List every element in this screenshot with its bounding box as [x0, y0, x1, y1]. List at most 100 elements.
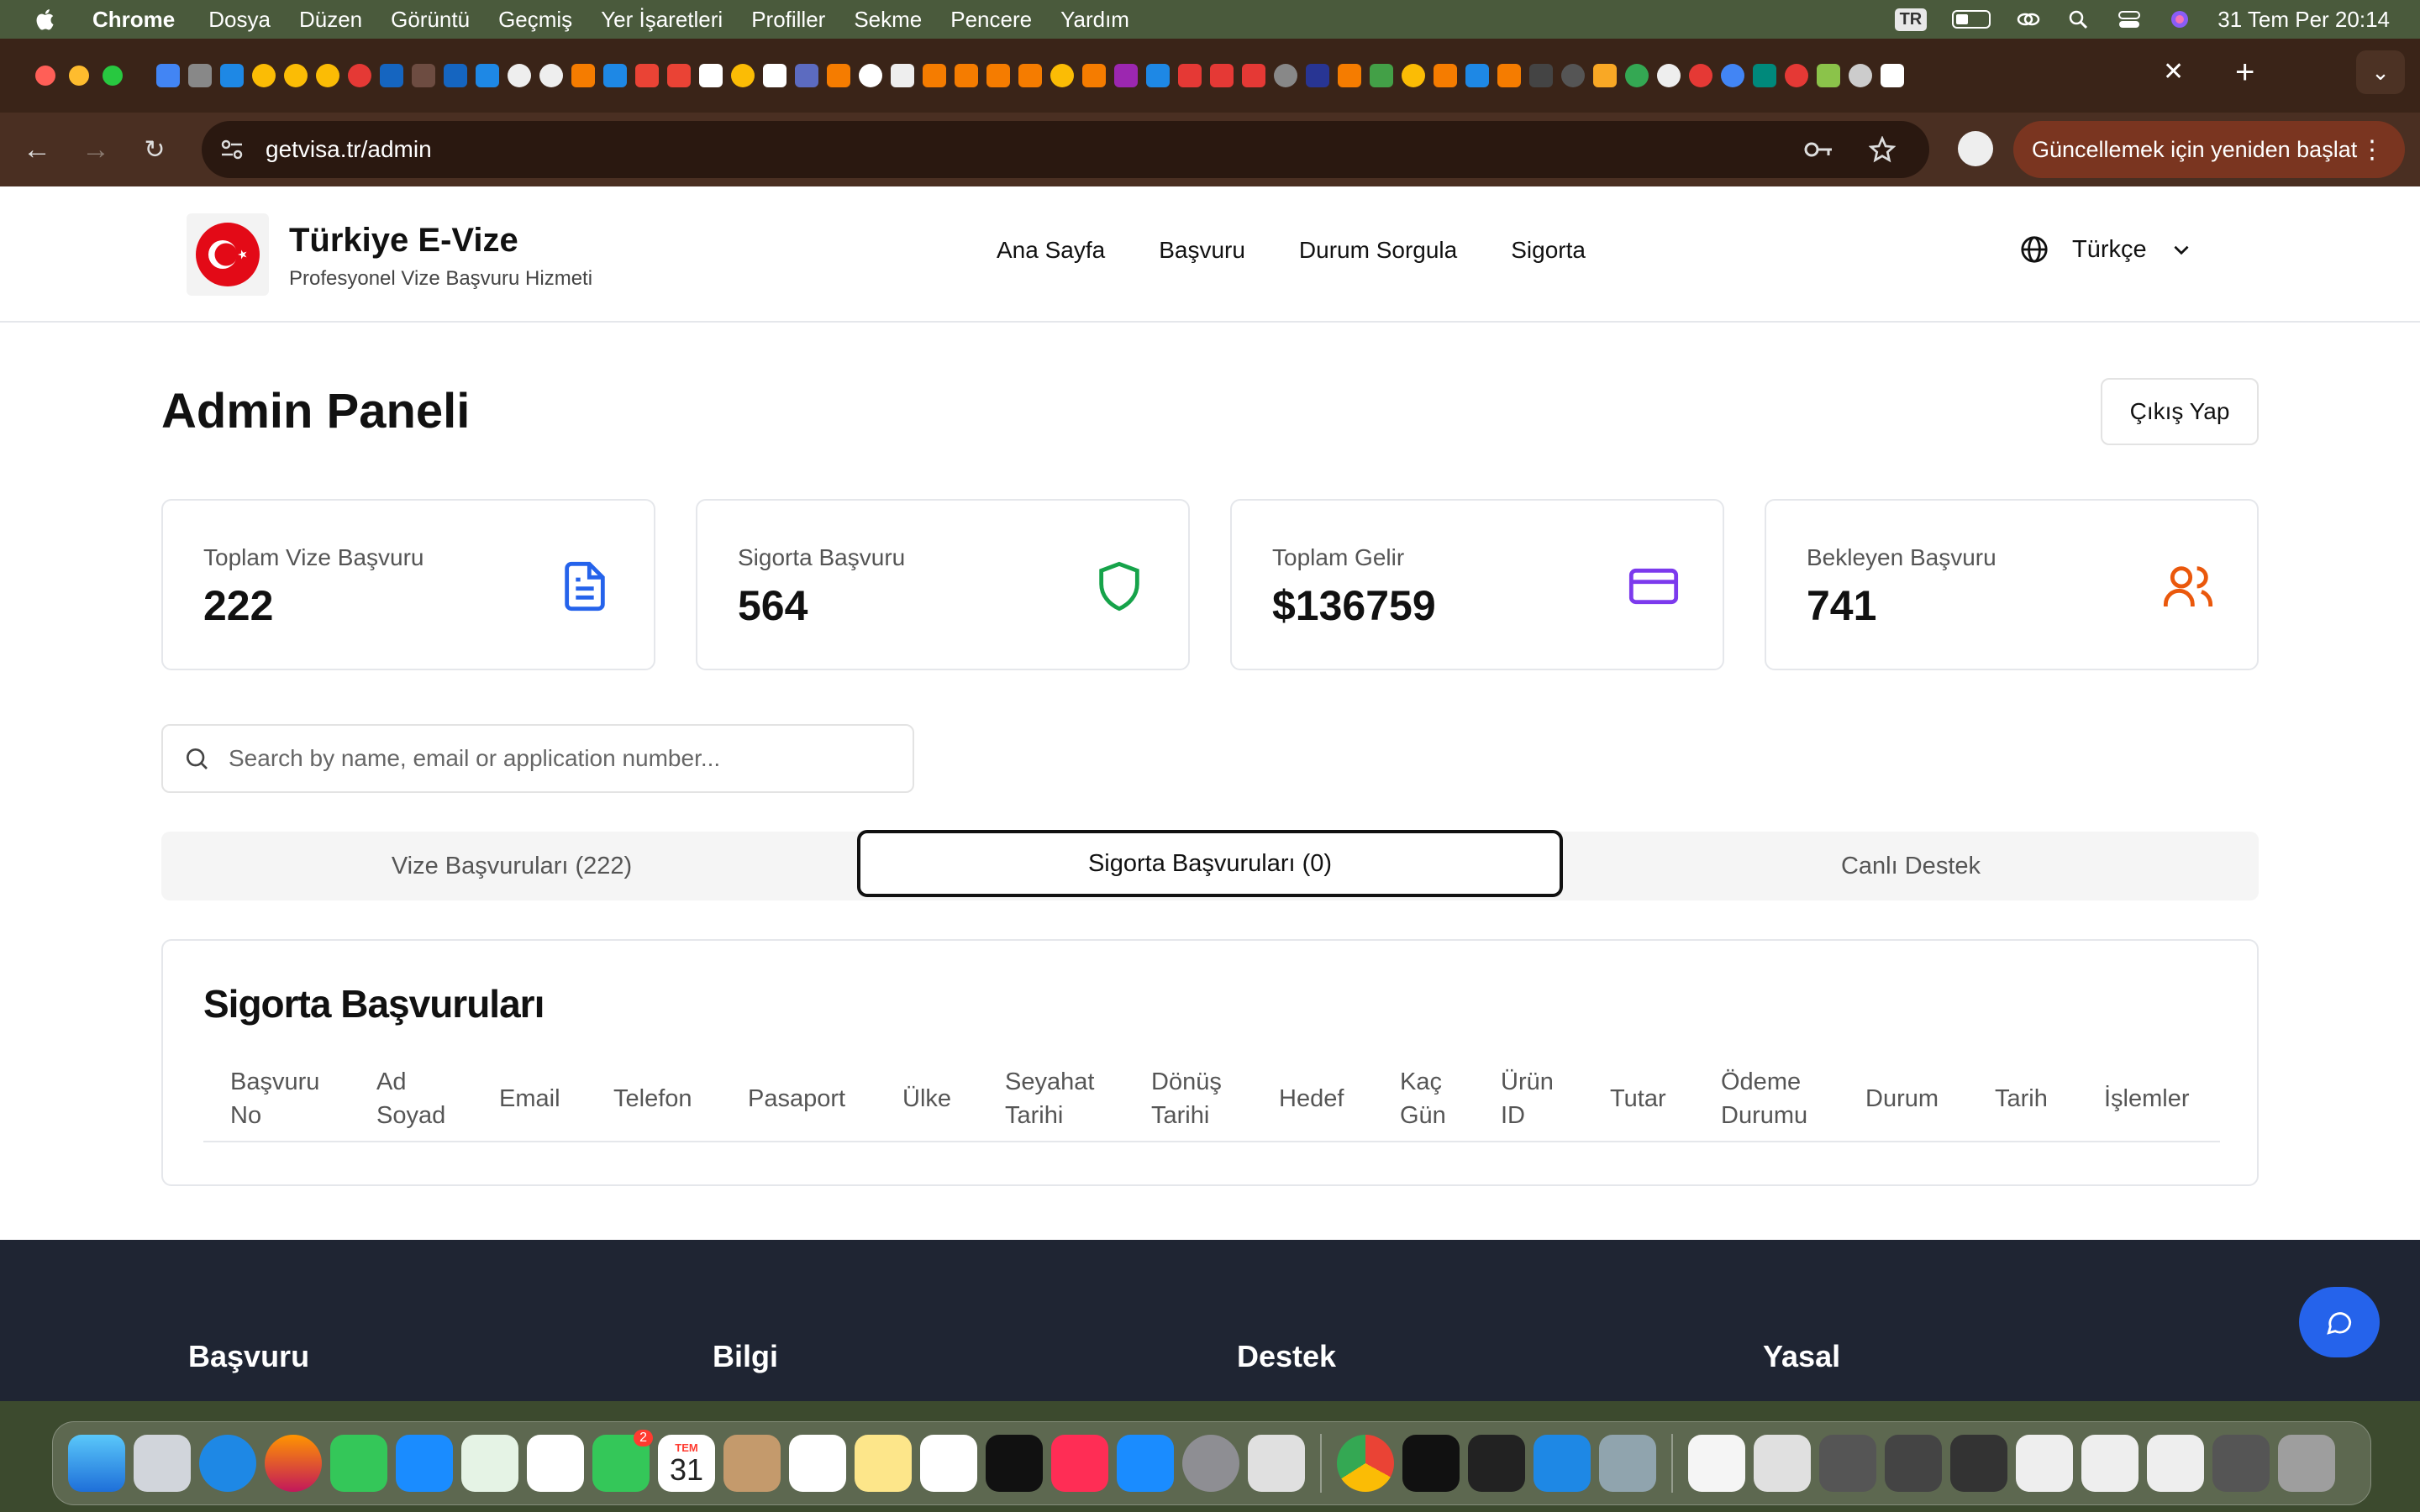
url-text[interactable]: getvisa.tr/admin: [266, 136, 432, 163]
tab-favicon-icon[interactable]: [731, 64, 755, 87]
tab-favicon-icon[interactable]: [955, 64, 978, 87]
new-tab-button[interactable]: +: [2235, 54, 2254, 92]
brand-title[interactable]: Türkiye E-Vize: [289, 222, 518, 260]
tab-favicon-icon[interactable]: [1434, 64, 1457, 87]
photos-icon[interactable]: [527, 1435, 584, 1492]
reload-icon[interactable]: ↻: [138, 133, 171, 166]
input-source-badge[interactable]: TR: [1894, 8, 1928, 31]
column-header-phone[interactable]: Telefon: [613, 1082, 692, 1116]
document-thumbnail-icon[interactable]: [1688, 1435, 1745, 1492]
apple-tv-icon[interactable]: [986, 1435, 1043, 1492]
tab-favicon-icon[interactable]: [1465, 64, 1489, 87]
tab-favicon-icon[interactable]: [1497, 64, 1521, 87]
column-header-amount[interactable]: Tutar: [1610, 1082, 1666, 1116]
tab-insurance-applications[interactable]: Sigorta Başvuruları (0): [857, 830, 1563, 897]
tab-favicon-icon[interactable]: [1050, 64, 1074, 87]
tab-favicon-icon[interactable]: [539, 64, 563, 87]
window-thumbnail-icon[interactable]: [1754, 1435, 1811, 1492]
menubar-datetime[interactable]: 31 Tem Per 20:14: [2217, 7, 2390, 33]
window-thumbnail-icon[interactable]: [1950, 1435, 2007, 1492]
tab-favicon-icon[interactable]: [348, 64, 371, 87]
column-header-name[interactable]: Ad Soyad: [376, 1065, 445, 1132]
menu-duzen[interactable]: Düzen: [299, 7, 362, 33]
close-window-button[interactable]: [35, 66, 55, 86]
tab-favicon-icon[interactable]: [316, 64, 339, 87]
tab-live-support[interactable]: Canlı Destek: [1563, 832, 2259, 900]
column-header-days[interactable]: Kaç Gün: [1400, 1065, 1446, 1132]
menu-app-name[interactable]: Chrome: [92, 7, 175, 33]
tab-favicon-icon[interactable]: [1018, 64, 1042, 87]
tab-favicon-icon[interactable]: [1242, 64, 1265, 87]
site-logo[interactable]: [187, 213, 269, 296]
column-header-country[interactable]: Ülke: [902, 1082, 951, 1116]
tab-favicon-icon[interactable]: [699, 64, 723, 87]
contacts-icon[interactable]: [723, 1435, 781, 1492]
address-bar[interactable]: getvisa.tr/admin: [202, 121, 1929, 178]
apple-logo-icon[interactable]: [34, 7, 59, 32]
tab-favicon-icon[interactable]: [188, 64, 212, 87]
active-tab-close-icon[interactable]: ✕: [2163, 57, 2184, 87]
tab-favicon-icon[interactable]: [1561, 64, 1585, 87]
cursor-editor-icon[interactable]: [1468, 1435, 1525, 1492]
tab-favicon-icon[interactable]: [667, 64, 691, 87]
tab-favicon-icon[interactable]: [827, 64, 850, 87]
tab-favicon-icon[interactable]: [1849, 64, 1872, 87]
column-header-application-no[interactable]: Başvuru No: [230, 1065, 319, 1132]
tab-favicon-icon[interactable]: [891, 64, 914, 87]
column-header-travel-date[interactable]: Seyahat Tarihi: [1005, 1065, 1094, 1132]
menu-profiller[interactable]: Profiller: [751, 7, 825, 33]
tab-favicon-icon[interactable]: [1689, 64, 1712, 87]
window-thumbnail-icon[interactable]: [1885, 1435, 1942, 1492]
menu-dosya[interactable]: Dosya: [208, 7, 271, 33]
messages-icon[interactable]: [330, 1435, 387, 1492]
profile-avatar[interactable]: [1958, 131, 1993, 166]
notes-icon[interactable]: [855, 1435, 912, 1492]
firefox-icon[interactable]: [265, 1435, 322, 1492]
tab-favicon-icon[interactable]: [635, 64, 659, 87]
battery-icon[interactable]: [1952, 10, 1991, 29]
column-header-status[interactable]: Durum: [1865, 1082, 1939, 1116]
maps-icon[interactable]: [461, 1435, 518, 1492]
tab-favicon-icon[interactable]: [1753, 64, 1776, 87]
column-header-date[interactable]: Tarih: [1995, 1082, 2048, 1116]
tab-favicon-icon[interactable]: [220, 64, 244, 87]
tab-favicon-icon[interactable]: [763, 64, 786, 87]
tab-favicon-icon[interactable]: [1881, 64, 1904, 87]
tab-favicon-icon[interactable]: [252, 64, 276, 87]
column-header-email[interactable]: Email: [499, 1082, 560, 1116]
column-header-actions[interactable]: İşlemler: [2104, 1082, 2190, 1116]
control-center-icon[interactable]: [2117, 8, 2142, 30]
update-restart-button[interactable]: Güncellemek için yeniden başlat ⋮: [2013, 121, 2405, 178]
column-header-destination[interactable]: Hedef: [1279, 1082, 1344, 1116]
back-arrow-icon[interactable]: ←: [20, 133, 54, 166]
tab-favicon-icon[interactable]: [923, 64, 946, 87]
tab-favicon-icon[interactable]: [1338, 64, 1361, 87]
tab-favicon-icon[interactable]: [1274, 64, 1297, 87]
siri-icon[interactable]: [2167, 8, 2192, 30]
menu-gecmis[interactable]: Geçmiş: [498, 7, 572, 33]
menu-yardim[interactable]: Yardım: [1060, 7, 1129, 33]
vscode-icon[interactable]: [1534, 1435, 1591, 1492]
chrome-menu-kebab-icon[interactable]: ⋮: [2360, 135, 2385, 165]
search-input[interactable]: [229, 745, 884, 772]
tab-favicon-icon[interactable]: [1370, 64, 1393, 87]
tab-favicon-icon[interactable]: [444, 64, 467, 87]
tab-favicon-icon[interactable]: [1817, 64, 1840, 87]
column-header-passport[interactable]: Pasaport: [748, 1082, 845, 1116]
window-thumbnail-icon[interactable]: [2081, 1435, 2139, 1492]
facetime-icon[interactable]: 2: [592, 1430, 653, 1492]
mail-icon[interactable]: [396, 1435, 453, 1492]
tab-favicon-icon[interactable]: [1625, 64, 1649, 87]
nav-sigorta[interactable]: Sigorta: [1511, 237, 1586, 264]
tab-favicon-icon[interactable]: [1785, 64, 1808, 87]
finder-icon[interactable]: [68, 1435, 125, 1492]
preview-icon[interactable]: [1599, 1435, 1656, 1492]
tab-favicon-icon[interactable]: [156, 64, 180, 87]
safari-icon[interactable]: [199, 1435, 256, 1492]
window-thumbnail-icon[interactable]: [1819, 1435, 1876, 1492]
menu-goruntu[interactable]: Görüntü: [391, 7, 470, 33]
window-thumbnail-icon[interactable]: [2212, 1435, 2270, 1492]
tab-favicon-icon[interactable]: [1529, 64, 1553, 87]
link-icon[interactable]: [2016, 8, 2041, 30]
tab-favicon-icon[interactable]: [1210, 64, 1234, 87]
